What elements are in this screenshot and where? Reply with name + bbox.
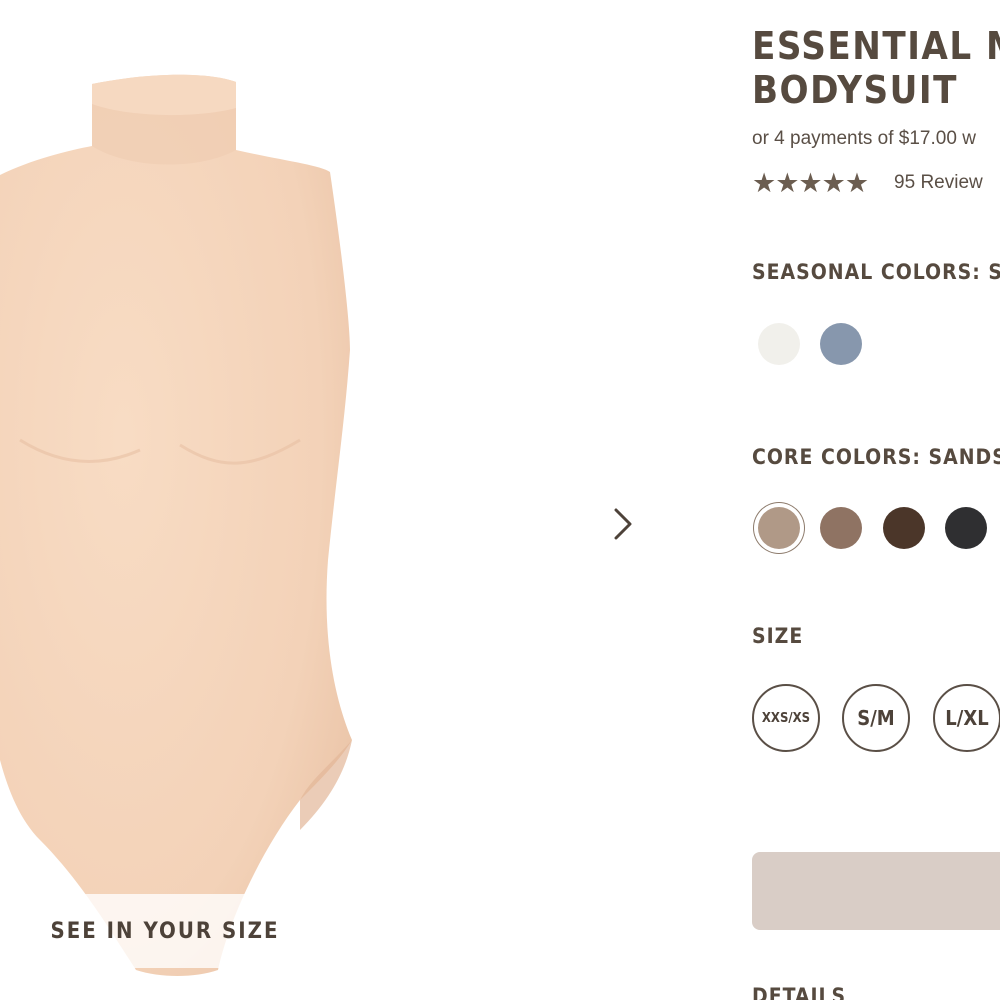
details-label: DETAILS [752, 984, 847, 1000]
see-in-your-size-button[interactable]: SEE IN YOUR SIZE [40, 894, 290, 968]
add-to-bag-button[interactable] [752, 852, 1000, 930]
payments-text: or 4 payments of $17.00 w [752, 128, 976, 149]
size-xxs-xs-button[interactable]: XXS/XS [752, 684, 820, 752]
chevron-right-icon[interactable] [600, 500, 644, 548]
reviews-link[interactable]: 95 Review [894, 172, 983, 194]
product-title: ESSENTIAL MO BODYSUIT [752, 24, 1000, 112]
core-color-swatch-selected[interactable] [758, 507, 800, 549]
star-rating-icon: ★★★★★ [752, 167, 869, 198]
size-label: SIZE [752, 624, 804, 648]
seasonal-color-swatch[interactable] [820, 323, 862, 365]
core-color-swatch[interactable] [820, 507, 862, 549]
bodysuit-product-photo [0, 74, 352, 977]
size-l-xl-button[interactable]: L/XL [933, 684, 1000, 752]
rating-row[interactable]: ★★★★★ 95 Review [752, 166, 983, 200]
core-colors-label: CORE COLORS: SANDST [752, 445, 1000, 469]
core-color-swatch[interactable] [945, 507, 987, 549]
product-gallery: SEE IN YOUR SIZE [0, 0, 700, 1000]
see-in-your-size-label: SEE IN YOUR SIZE [50, 918, 280, 944]
product-info-panel: ESSENTIAL MO BODYSUIT or 4 payments of $… [752, 0, 1000, 1000]
seasonal-color-swatch[interactable] [758, 323, 800, 365]
core-color-swatch[interactable] [883, 507, 925, 549]
seasonal-colors-label: SEASONAL COLORS: SA [752, 260, 1000, 284]
size-s-m-button[interactable]: S/M [842, 684, 910, 752]
